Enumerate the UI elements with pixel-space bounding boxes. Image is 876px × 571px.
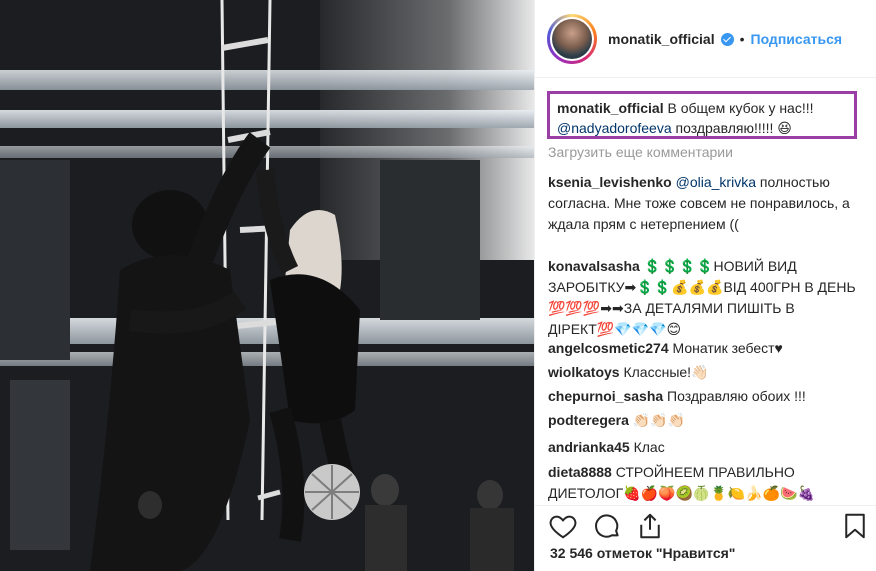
comment-text: Классные!👋🏻 bbox=[623, 364, 709, 380]
caption-text-2: поздравляю!!!!! 😆 bbox=[675, 120, 792, 136]
heart-icon[interactable] bbox=[548, 511, 578, 541]
avatar-image bbox=[552, 18, 592, 59]
comment-username[interactable]: angelcosmetic274 bbox=[548, 340, 669, 356]
likes-count[interactable]: 32 546 отметок "Нравится" bbox=[550, 545, 735, 561]
comment-item: ksenia_levishenko @olia_krivka полностью… bbox=[548, 172, 858, 235]
comment-mention[interactable]: @olia_krivka bbox=[676, 174, 756, 190]
load-more-comments-button[interactable]: Загрузить еще комментарии bbox=[548, 144, 733, 160]
caption-text: В общем кубок у нас!!! bbox=[667, 100, 814, 116]
comment-item: andrianka45 Клас bbox=[548, 437, 858, 458]
comment-username[interactable]: wiolkatoys bbox=[548, 364, 620, 380]
comment-item: podteregera 👏🏻👏🏻👏🏻 bbox=[548, 410, 858, 431]
bookmark-icon[interactable] bbox=[840, 511, 870, 541]
comment-text: Клас bbox=[633, 439, 665, 455]
caption-username[interactable]: monatik_official bbox=[557, 100, 664, 116]
comment-item: angelcosmetic274 Монатик зебест♥ bbox=[548, 338, 858, 359]
comment-item: chepurnoi_sasha Поздравляю обоих !!! bbox=[548, 386, 858, 407]
comment-icon[interactable] bbox=[592, 511, 622, 541]
verified-badge-icon bbox=[720, 33, 734, 46]
comment-username[interactable]: podteregera bbox=[548, 412, 629, 428]
comment-username[interactable]: ksenia_levishenko bbox=[548, 174, 672, 190]
caption-mention[interactable]: @nadyadorofeeva bbox=[557, 120, 672, 136]
comment-username[interactable]: chepurnoi_sasha bbox=[548, 388, 663, 404]
avatar[interactable] bbox=[547, 13, 597, 64]
comment-item: konavalsasha 💲💲💲💲НОВИЙ ВИД ЗАРОБІТКУ➡💲💲💰… bbox=[548, 256, 858, 340]
comment-username[interactable]: konavalsasha bbox=[548, 258, 640, 274]
share-icon[interactable] bbox=[635, 511, 665, 541]
action-bar bbox=[534, 505, 876, 545]
post-header: monatik_official • Подписаться bbox=[535, 0, 876, 78]
comment-username[interactable]: dieta8888 bbox=[548, 464, 612, 480]
follow-button[interactable]: Подписаться bbox=[751, 31, 843, 47]
separator-dot: • bbox=[739, 30, 745, 47]
comment-item: wiolkatoys Классные!👋🏻 bbox=[548, 362, 858, 383]
post-username[interactable]: monatik_official bbox=[608, 31, 715, 47]
comment-username[interactable]: andrianka45 bbox=[548, 439, 630, 455]
comment-text: 👏🏻👏🏻👏🏻 bbox=[632, 412, 686, 428]
comment-text: Монатик зебест♥ bbox=[672, 340, 783, 356]
comment-item: dieta8888 СТРОЙНЕЕМ ПРАВИЛЬНО ДИЕТОЛОГ🍓🍎… bbox=[548, 462, 858, 502]
post-caption: monatik_official В общем кубок у нас!!! … bbox=[547, 91, 857, 139]
comment-text: Поздравляю обоих !!! bbox=[667, 388, 806, 404]
post-photo[interactable] bbox=[0, 0, 534, 571]
post-photo-image bbox=[0, 0, 534, 571]
